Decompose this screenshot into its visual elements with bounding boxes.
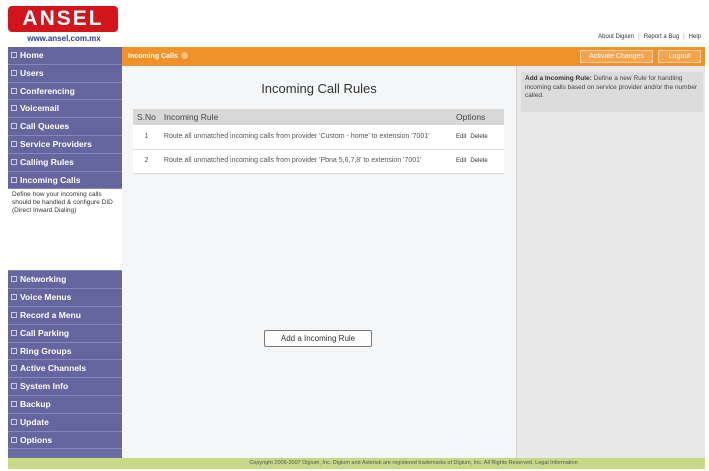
- sidebar-item-record-a-menu[interactable]: Record a Menu: [8, 306, 122, 325]
- expand-square-icon: [11, 87, 17, 94]
- sidebar-item-calling-rules[interactable]: Calling Rules: [8, 153, 122, 172]
- help-link[interactable]: Help: [689, 34, 701, 40]
- help-icon[interactable]: [180, 52, 188, 59]
- expand-square-icon: [11, 294, 17, 301]
- logout-button[interactable]: Logout: [658, 50, 701, 63]
- incoming-calls-description: Define how your incoming calls should be…: [8, 189, 122, 272]
- table-row: 1 Route all unmatched incoming calls fro…: [133, 125, 504, 150]
- edit-link[interactable]: Edit: [456, 134, 466, 140]
- footer: Copyright 2006-2007 Digium, Inc. Digium …: [122, 458, 705, 469]
- row-rule: Route all unmatched incoming calls from …: [159, 149, 452, 174]
- logo-url: www.ansel.com.mx: [27, 34, 101, 43]
- col-header-options: Options: [452, 109, 504, 125]
- expand-square-icon: [11, 400, 17, 407]
- section-title: Incoming Calls: [128, 52, 188, 60]
- row-sno: 2: [133, 149, 160, 174]
- expand-square-icon: [11, 123, 17, 130]
- logo-brand: ANSEL: [8, 6, 118, 32]
- expand-square-icon: [11, 329, 17, 336]
- sidebar-item-home[interactable]: Home: [8, 47, 122, 65]
- about-digium-link[interactable]: About Digium: [598, 34, 634, 40]
- help-panel: Add a Incoming Rule: Define a new Rule f…: [516, 66, 705, 458]
- sidebar-item-options[interactable]: Options: [8, 431, 122, 450]
- sidebar-item-active-channels[interactable]: Active Channels: [8, 360, 122, 379]
- delete-link[interactable]: Delete: [470, 134, 487, 140]
- expand-square-icon: [11, 418, 17, 425]
- expand-square-icon: [11, 176, 17, 183]
- expand-square-icon: [11, 140, 17, 147]
- row-options: Edit Delete: [452, 149, 504, 174]
- sidebar-item-service-providers[interactable]: Service Providers: [8, 135, 122, 154]
- sidebar-item-voicemail[interactable]: Voicemail: [8, 100, 122, 119]
- add-incoming-rule-button[interactable]: Add a Incoming Rule: [264, 330, 372, 347]
- sidebar-item-voice-menus[interactable]: Voice Menus: [8, 289, 122, 307]
- sidebar-item-call-parking[interactable]: Call Parking: [8, 324, 122, 343]
- sidebar-item-call-queues[interactable]: Call Queues: [8, 118, 122, 136]
- activate-changes-button[interactable]: Activate Changes: [580, 50, 653, 63]
- sidebar-item-incoming-calls[interactable]: Incoming Calls: [8, 171, 122, 190]
- expand-square-icon: [11, 105, 17, 112]
- section-header-bar: Incoming Calls Activate Changes Logout: [122, 47, 705, 66]
- sidebar-item-backup[interactable]: Backup: [8, 395, 122, 414]
- report-bug-link[interactable]: Report a Bug: [644, 34, 679, 40]
- expand-square-icon: [11, 311, 17, 318]
- top-links: About Digium | Report a Bug | Help: [598, 34, 701, 40]
- footer-left-strip: [8, 458, 122, 469]
- incoming-rules-table: S.No Incoming Rule Options 1 Route all u…: [133, 109, 504, 174]
- help-heading: Add a Incoming Rule:: [525, 75, 592, 82]
- expand-square-icon: [11, 436, 17, 443]
- expand-square-icon: [11, 347, 17, 354]
- sidebar-item-networking[interactable]: Networking: [8, 271, 122, 290]
- sidebar-item-conferencing[interactable]: Conferencing: [8, 82, 122, 101]
- expand-square-icon: [11, 365, 17, 372]
- sidebar-item-ring-groups[interactable]: Ring Groups: [8, 342, 122, 361]
- row-sno: 1: [133, 125, 160, 150]
- delete-link[interactable]: Delete: [470, 158, 487, 164]
- ansel-logo[interactable]: ANSEL www.ansel.com.mx: [8, 6, 120, 44]
- expand-square-icon: [11, 383, 17, 390]
- expand-square-icon: [11, 69, 17, 76]
- sidebar-item-update[interactable]: Update: [8, 413, 122, 432]
- table-row: 2 Route all unmatched incoming calls fro…: [133, 149, 504, 174]
- main-content: Incoming Call Rules S.No Incoming Rule O…: [122, 66, 516, 458]
- sidebar-item-system-info[interactable]: System Info: [8, 378, 122, 396]
- sidebar-item-users[interactable]: Users: [8, 64, 122, 83]
- col-header-rule: Incoming Rule: [159, 109, 452, 125]
- table-header-row: S.No Incoming Rule Options: [133, 109, 504, 125]
- row-options: Edit Delete: [452, 125, 504, 150]
- help-box: Add a Incoming Rule: Define a new Rule f…: [521, 72, 703, 112]
- sidebar: Home Users Conferencing Voicemail Call Q…: [8, 47, 122, 458]
- expand-square-icon: [11, 158, 17, 165]
- expand-square-icon: [11, 276, 17, 283]
- page-title: Incoming Call Rules: [261, 81, 377, 96]
- row-rule: Route all unmatched incoming calls from …: [159, 125, 452, 150]
- edit-link[interactable]: Edit: [456, 158, 466, 164]
- expand-square-icon: [11, 52, 17, 58]
- col-header-sno: S.No: [133, 109, 160, 125]
